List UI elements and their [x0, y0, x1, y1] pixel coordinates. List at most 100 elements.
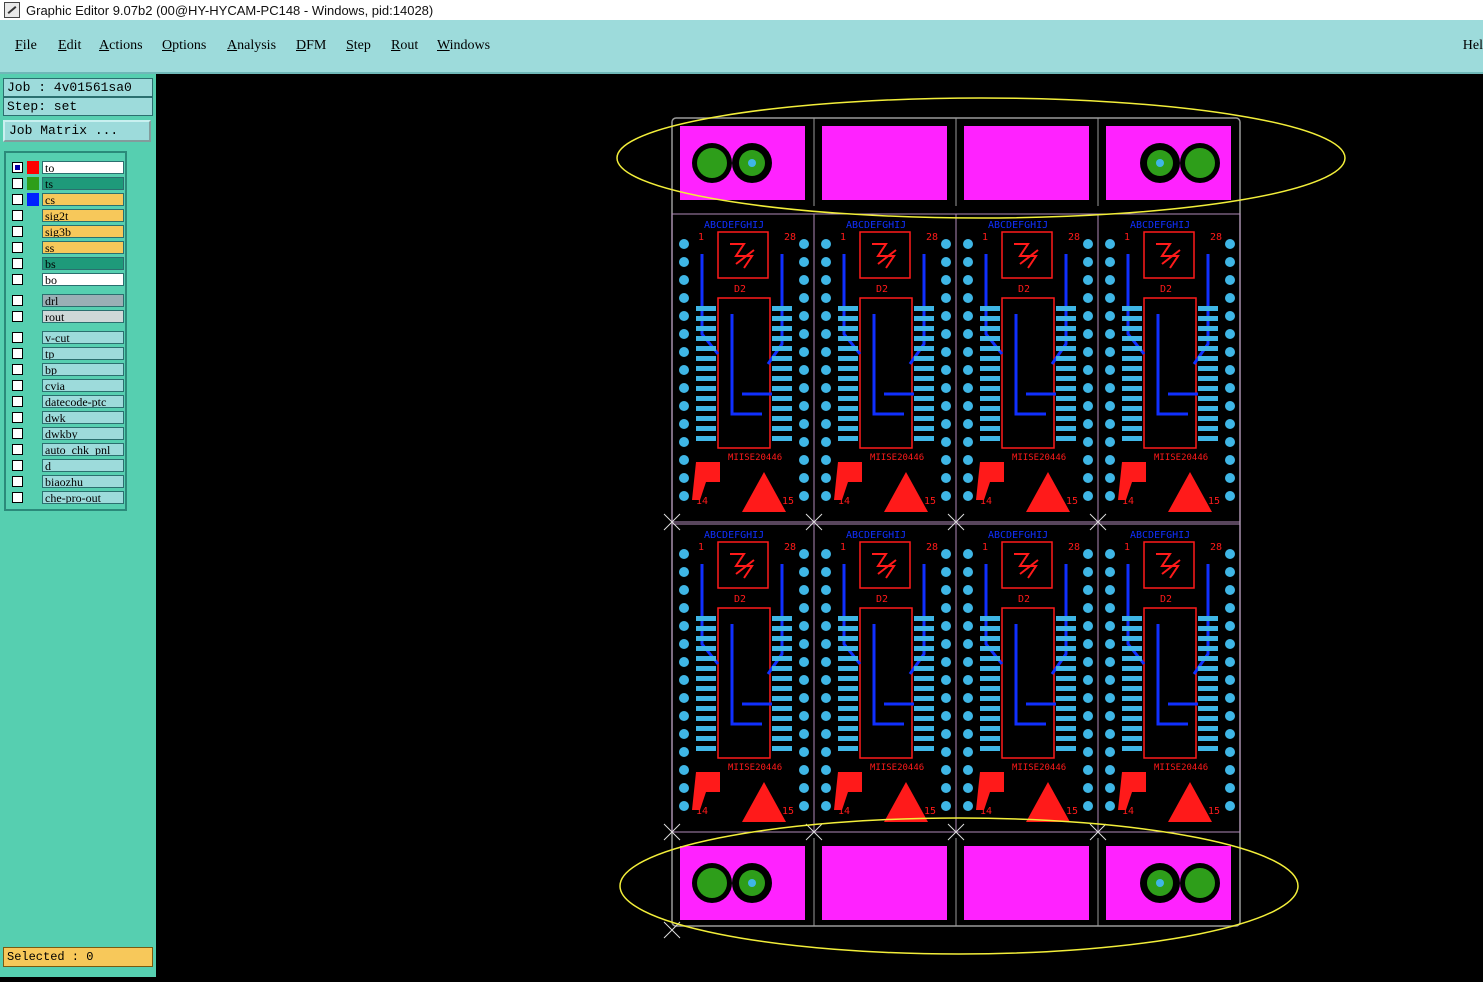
layer-checkbox[interactable]	[12, 210, 23, 221]
layer-color-swatch[interactable]	[27, 459, 39, 472]
layer-row-ss[interactable]: ss	[8, 240, 127, 255]
menu-dfm[interactable]: DFM	[296, 38, 326, 54]
layer-name[interactable]: sig2t	[42, 209, 124, 222]
layer-checkbox[interactable]	[12, 274, 23, 285]
layer-checkbox[interactable]	[12, 412, 23, 423]
layer-color-swatch[interactable]	[27, 491, 39, 504]
layer-row-bp[interactable]: bp	[8, 362, 127, 377]
layer-color-swatch[interactable]	[27, 363, 39, 376]
menu-file[interactable]: File	[15, 38, 37, 54]
menu-step[interactable]: Step	[346, 38, 371, 54]
layer-row-d[interactable]: d	[8, 458, 127, 473]
layer-name[interactable]: bs	[42, 257, 124, 270]
layer-name[interactable]: dwkby	[42, 427, 124, 440]
layer-row-bs[interactable]: bs	[8, 256, 127, 271]
layer-color-swatch[interactable]	[27, 257, 39, 270]
layer-row-sig2t[interactable]: sig2t	[8, 208, 127, 223]
layer-checkbox[interactable]	[12, 311, 23, 322]
layer-checkbox[interactable]	[12, 162, 23, 173]
graphic-canvas[interactable]: ABCDEFGHIJ 1 28 D2 MIISE20446 14 15 ABCDEFGHIJ 1…	[156, 74, 1483, 977]
layer-row-ts[interactable]: ts	[8, 176, 127, 191]
layer-name[interactable]: tp	[42, 347, 124, 360]
layer-row-auto_chk_pnl[interactable]: auto_chk_pnl	[8, 442, 127, 457]
layer-name[interactable]: cs	[42, 193, 124, 206]
menu-windows[interactable]: Windows	[437, 38, 490, 54]
layer-name[interactable]: bp	[42, 363, 124, 376]
layer-color-swatch[interactable]	[27, 411, 39, 424]
layer-checkbox[interactable]	[12, 178, 23, 189]
layer-name[interactable]: v-cut	[42, 331, 124, 344]
unit-label: ABCDEFGHIJ	[988, 530, 1048, 541]
layer-row-sig3b[interactable]: sig3b	[8, 224, 127, 239]
layer-checkbox[interactable]	[12, 460, 23, 471]
layer-row-drl[interactable]: drl	[8, 293, 127, 308]
layer-color-swatch[interactable]	[27, 177, 39, 190]
layer-color-swatch[interactable]	[27, 209, 39, 222]
layer-checkbox[interactable]	[12, 258, 23, 269]
layer-checkbox[interactable]	[12, 492, 23, 503]
layer-color-swatch[interactable]	[27, 443, 39, 456]
menu-actions[interactable]: Actions	[99, 38, 143, 54]
layer-row-bo[interactable]: bo	[8, 272, 127, 287]
layer-checkbox[interactable]	[12, 428, 23, 439]
layer-row-cvia[interactable]: cvia	[8, 378, 127, 393]
layer-name[interactable]: che-pro-out	[42, 491, 124, 504]
layer-name[interactable]: drl	[42, 294, 124, 307]
layer-color-swatch[interactable]	[27, 331, 39, 344]
layer-checkbox[interactable]	[12, 332, 23, 343]
layer-row-to[interactable]: to	[8, 160, 127, 175]
layer-row-cs[interactable]: cs	[8, 192, 127, 207]
layer-name[interactable]: rout	[42, 310, 124, 323]
layer-checkbox[interactable]	[12, 444, 23, 455]
layer-name[interactable]: to	[42, 161, 124, 174]
layer-color-swatch[interactable]	[27, 294, 39, 307]
layer-row-biaozhu[interactable]: biaozhu	[8, 474, 127, 489]
layer-color-swatch[interactable]	[27, 395, 39, 408]
layer-name[interactable]: bo	[42, 273, 124, 286]
layer-name[interactable]: datecode-ptc	[42, 395, 124, 408]
layer-row-v-cut[interactable]: v-cut	[8, 330, 127, 345]
layer-name[interactable]: biaozhu	[42, 475, 124, 488]
layer-name[interactable]: d	[42, 459, 124, 472]
layer-name[interactable]: ss	[42, 241, 124, 254]
layer-checkbox[interactable]	[12, 242, 23, 253]
menu-options[interactable]: Options	[162, 38, 206, 54]
layer-name[interactable]: auto_chk_pnl	[42, 443, 124, 456]
layer-color-swatch[interactable]	[27, 241, 39, 254]
pcb-panel-view[interactable]: ABCDEFGHIJ1 28D2MIISE2044614 15ABCDEFGHIJ1…	[156, 74, 1483, 977]
layer-color-swatch[interactable]	[27, 475, 39, 488]
layer-color-swatch[interactable]	[27, 225, 39, 238]
layer-checkbox[interactable]	[12, 295, 23, 306]
menu-rout[interactable]: Rout	[391, 38, 418, 54]
layer-row-dwk[interactable]: dwk	[8, 410, 127, 425]
menu-help[interactable]: Hel	[1463, 38, 1483, 54]
layer-name[interactable]: cvia	[42, 379, 124, 392]
layer-checkbox[interactable]	[12, 226, 23, 237]
layer-name[interactable]: ts	[42, 177, 124, 190]
smd-pad	[1198, 646, 1218, 651]
layer-checkbox[interactable]	[12, 396, 23, 407]
layer-row-dwkby[interactable]: dwkby	[8, 426, 127, 441]
layer-checkbox[interactable]	[12, 380, 23, 391]
layer-color-swatch[interactable]	[27, 161, 39, 174]
layer-checkbox[interactable]	[12, 348, 23, 359]
layer-color-swatch[interactable]	[27, 379, 39, 392]
layer-checkbox[interactable]	[12, 194, 23, 205]
layer-row-datecode-ptc[interactable]: datecode-ptc	[8, 394, 127, 409]
job-matrix-button[interactable]: Job Matrix ...	[3, 120, 151, 142]
layer-color-swatch[interactable]	[27, 427, 39, 440]
layer-color-swatch[interactable]	[27, 347, 39, 360]
menu-analysis[interactable]: Analysis	[227, 38, 276, 54]
menu-edit[interactable]: Edit	[58, 38, 81, 54]
layer-color-swatch[interactable]	[27, 273, 39, 286]
layer-name[interactable]: sig3b	[42, 225, 124, 238]
layer-row-che-pro-out[interactable]: che-pro-out	[8, 490, 127, 505]
layer-row-tp[interactable]: tp	[8, 346, 127, 361]
layer-row-rout[interactable]: rout	[8, 309, 127, 324]
layer-name[interactable]: dwk	[42, 411, 124, 424]
layer-color-swatch[interactable]	[27, 310, 39, 323]
layer-checkbox[interactable]	[12, 364, 23, 375]
smd-pad	[1056, 646, 1076, 651]
layer-color-swatch[interactable]	[27, 193, 39, 206]
layer-checkbox[interactable]	[12, 476, 23, 487]
